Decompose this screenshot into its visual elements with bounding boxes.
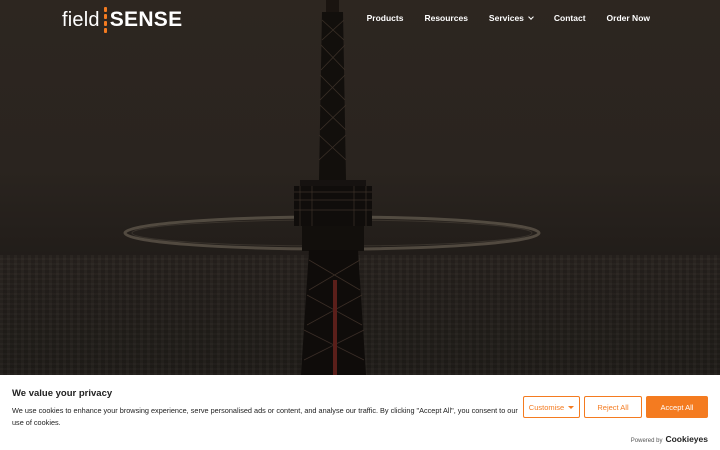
- site-header: field SENSE Products Resources Services …: [0, 0, 720, 40]
- logo-text-sense: SENSE: [109, 8, 183, 31]
- nav-item-resources[interactable]: Resources: [424, 13, 467, 23]
- powered-by-cookieyes[interactable]: Powered by Cookieyes: [631, 434, 708, 444]
- main-nav: Products Resources Services Contact Orde…: [367, 13, 650, 23]
- customise-button[interactable]: Customise: [523, 396, 580, 418]
- hero-background: [0, 0, 720, 375]
- nav-item-services[interactable]: Services: [488, 13, 534, 23]
- nav-item-order-now[interactable]: Order Now: [607, 13, 650, 23]
- nav-label: Contact: [553, 13, 586, 23]
- customise-label: Customise: [528, 402, 565, 412]
- nav-label: Order Now: [606, 13, 650, 23]
- nav-label: Products: [366, 13, 404, 23]
- nav-label: Services: [488, 13, 524, 23]
- nav-label: Resources: [424, 13, 468, 23]
- reject-all-button[interactable]: Reject All: [584, 396, 642, 418]
- accept-all-button[interactable]: Accept All: [646, 396, 708, 418]
- cookieyes-logo: Cookieyes: [665, 434, 708, 444]
- chevron-down-icon: [528, 13, 534, 20]
- fieldsense-logo[interactable]: field SENSE: [62, 6, 182, 34]
- cookie-description: We use cookies to enhance your browsing …: [12, 406, 518, 427]
- nav-item-contact[interactable]: Contact: [554, 13, 586, 23]
- cookie-title: We value your privacy: [12, 388, 113, 399]
- powered-by-text: Powered by: [630, 438, 663, 444]
- logo-separator-icon: [103, 7, 107, 33]
- caret-down-icon: [568, 405, 575, 409]
- tower-image: [123, 0, 541, 375]
- nav-item-products[interactable]: Products: [367, 13, 404, 23]
- cookie-consent-banner: We value your privacy We use cookies to …: [0, 375, 720, 450]
- logo-text-field: field: [62, 8, 100, 31]
